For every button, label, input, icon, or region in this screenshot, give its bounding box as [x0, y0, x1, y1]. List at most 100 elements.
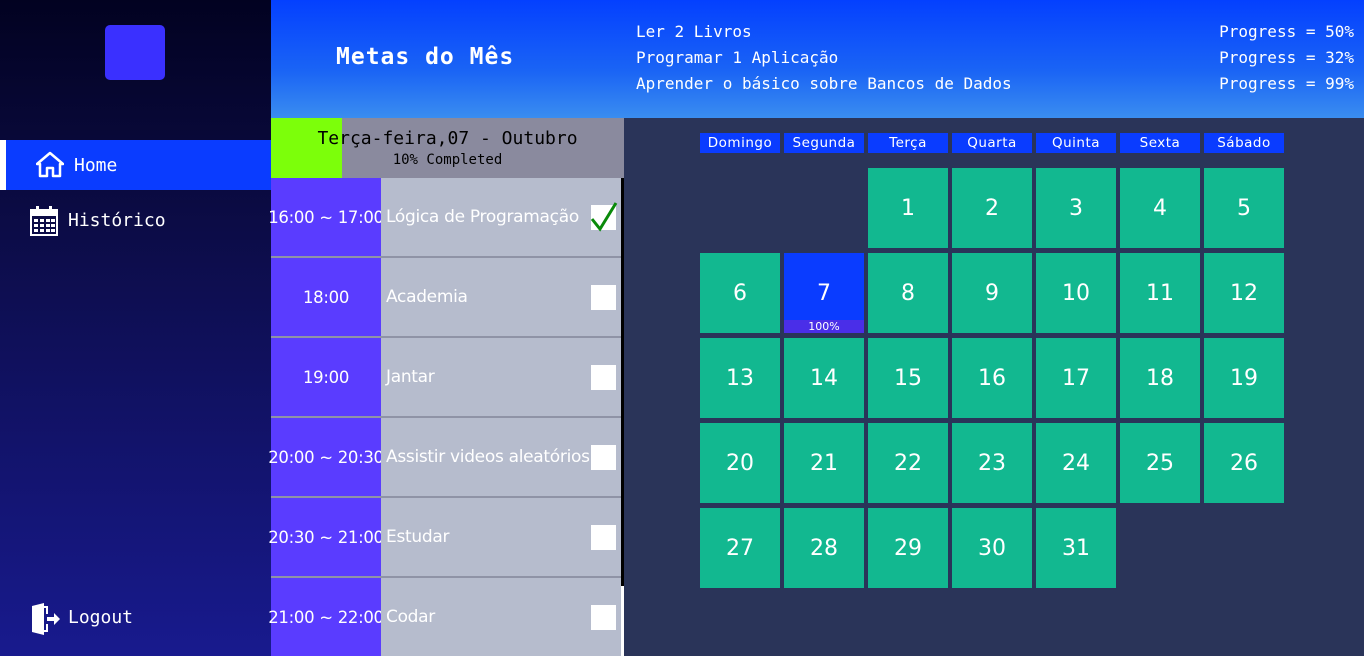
weekday-label: Quarta	[952, 133, 1032, 153]
day-number: 20	[726, 450, 754, 476]
sidebar-item-label: Home	[74, 154, 118, 176]
task-row: 19:00 Jantar	[271, 338, 621, 416]
calendar-day[interactable]: 14	[784, 338, 864, 418]
task-body: Codar	[381, 578, 621, 656]
task-list: 16:00 ~ 17:00 Lógica de Programação 18:00 A…	[268, 178, 624, 656]
calendar-day[interactable]: 4	[1120, 168, 1200, 248]
calendar-day-today[interactable]: 7 100%	[784, 253, 864, 333]
task-row: 20:00 ~ 20:30 Assistir videos aleatórios	[268, 418, 621, 496]
calendar-day[interactable]: 2	[952, 168, 1032, 248]
sidebar-item-home[interactable]: Home	[0, 140, 271, 190]
day-number: 18	[1146, 365, 1174, 391]
calendar-day[interactable]: 1	[868, 168, 948, 248]
calendar-day[interactable]: 9	[952, 253, 1032, 333]
task-body: Academia	[381, 258, 621, 336]
calendar-day[interactable]: 20	[700, 423, 780, 503]
day-number: 21	[810, 450, 838, 476]
calendar-day[interactable]: 3	[1036, 168, 1116, 248]
weekday-label: Quinta	[1036, 133, 1116, 153]
day-number: 5	[1237, 195, 1251, 221]
day-number: 13	[726, 365, 754, 391]
weekday-label: Segunda	[784, 133, 864, 153]
task-time: 20:30 ~ 21:00	[268, 498, 384, 576]
task-name: Assistir videos aleatórios	[386, 447, 590, 467]
task-name: Lógica de Programação	[386, 207, 579, 227]
day-number: 26	[1230, 450, 1258, 476]
calendar-day[interactable]: 30	[952, 508, 1032, 588]
weekday-label: Domingo	[700, 133, 780, 153]
weekday-label: Sábado	[1204, 133, 1284, 153]
day-number: 2	[985, 195, 999, 221]
task-checkbox[interactable]	[591, 365, 616, 390]
calendar-day[interactable]: 23	[952, 423, 1032, 503]
logout-icon	[30, 603, 60, 635]
day-number: 19	[1230, 365, 1258, 391]
task-name: Estudar	[386, 527, 450, 547]
calendar-day[interactable]: 16	[952, 338, 1032, 418]
task-name: Jantar	[386, 367, 435, 387]
day-progress-label: 100%	[784, 320, 864, 333]
calendar-day[interactable]: 10	[1036, 253, 1116, 333]
monthly-goals-header: Metas do Mês Ler 2 Livros Programar 1 Ap…	[271, 0, 1364, 118]
calendar-day[interactable]: 25	[1120, 423, 1200, 503]
day-number: 25	[1146, 450, 1174, 476]
calendar-day[interactable]: 15	[868, 338, 948, 418]
calendar-day[interactable]: 17	[1036, 338, 1116, 418]
task-body: Estudar	[381, 498, 621, 576]
sidebar: Home Histórico Logout	[0, 0, 271, 656]
task-checkbox[interactable]	[590, 202, 618, 232]
calendar-day[interactable]: 22	[868, 423, 948, 503]
task-name: Academia	[386, 287, 468, 307]
calendar-day[interactable]: 24	[1036, 423, 1116, 503]
calendar-day[interactable]: 6	[700, 253, 780, 333]
calendar-day[interactable]: 12	[1204, 253, 1284, 333]
day-number: 8	[901, 280, 915, 306]
goal-progress: Progress = 99%	[1219, 74, 1354, 93]
day-number: 23	[978, 450, 1006, 476]
day-number: 1	[901, 195, 915, 221]
logout-button[interactable]: Logout	[0, 592, 271, 642]
day-number: 31	[1062, 535, 1090, 561]
calendar-day[interactable]: 21	[784, 423, 864, 503]
calendar-day[interactable]: 27	[700, 508, 780, 588]
day-number: 30	[978, 535, 1006, 561]
weekday-label: Terça	[868, 133, 948, 153]
goal-progress: Progress = 32%	[1219, 48, 1354, 67]
goal-name: Programar 1 Aplicação	[636, 48, 839, 67]
sidebar-item-historico[interactable]: Histórico	[0, 195, 271, 245]
calendar-day[interactable]: 13	[700, 338, 780, 418]
day-number: 9	[985, 280, 999, 306]
calendar-day[interactable]: 31	[1036, 508, 1116, 588]
calendar-day[interactable]: 19	[1204, 338, 1284, 418]
task-time: 18:00	[271, 258, 381, 336]
task-body: Lógica de Programação	[381, 178, 621, 256]
day-number: 4	[1153, 195, 1167, 221]
task-checkbox[interactable]	[591, 445, 616, 470]
task-checkbox[interactable]	[591, 525, 616, 550]
task-checkbox[interactable]	[591, 605, 616, 630]
day-number: 11	[1146, 280, 1174, 306]
task-time: 21:00 ~ 22:00	[268, 578, 384, 656]
task-time: 20:00 ~ 20:30	[268, 418, 384, 496]
day-title: Terça-feira,07 - Outubro	[317, 128, 578, 149]
calendar-day[interactable]: 8	[868, 253, 948, 333]
day-number: 17	[1062, 365, 1090, 391]
day-number: 28	[810, 535, 838, 561]
page-title: Metas do Mês	[336, 44, 515, 70]
task-body: Jantar	[381, 338, 621, 416]
day-number: 16	[978, 365, 1006, 391]
calendar-day[interactable]: 29	[868, 508, 948, 588]
calendar-day[interactable]: 18	[1120, 338, 1200, 418]
calendar-day[interactable]: 28	[784, 508, 864, 588]
calendar-day[interactable]: 26	[1204, 423, 1284, 503]
home-icon	[35, 151, 65, 179]
calendar-day[interactable]: 5	[1204, 168, 1284, 248]
task-name: Codar	[386, 607, 435, 627]
task-time: 16:00 ~ 17:00	[268, 178, 384, 256]
calendar-day[interactable]: 11	[1120, 253, 1200, 333]
goal-progress: Progress = 50%	[1219, 22, 1354, 41]
goal-name: Ler 2 Livros	[636, 22, 752, 41]
task-checkbox[interactable]	[591, 285, 616, 310]
app-logo	[105, 25, 165, 80]
task-row: 20:30 ~ 21:00 Estudar	[268, 498, 621, 576]
